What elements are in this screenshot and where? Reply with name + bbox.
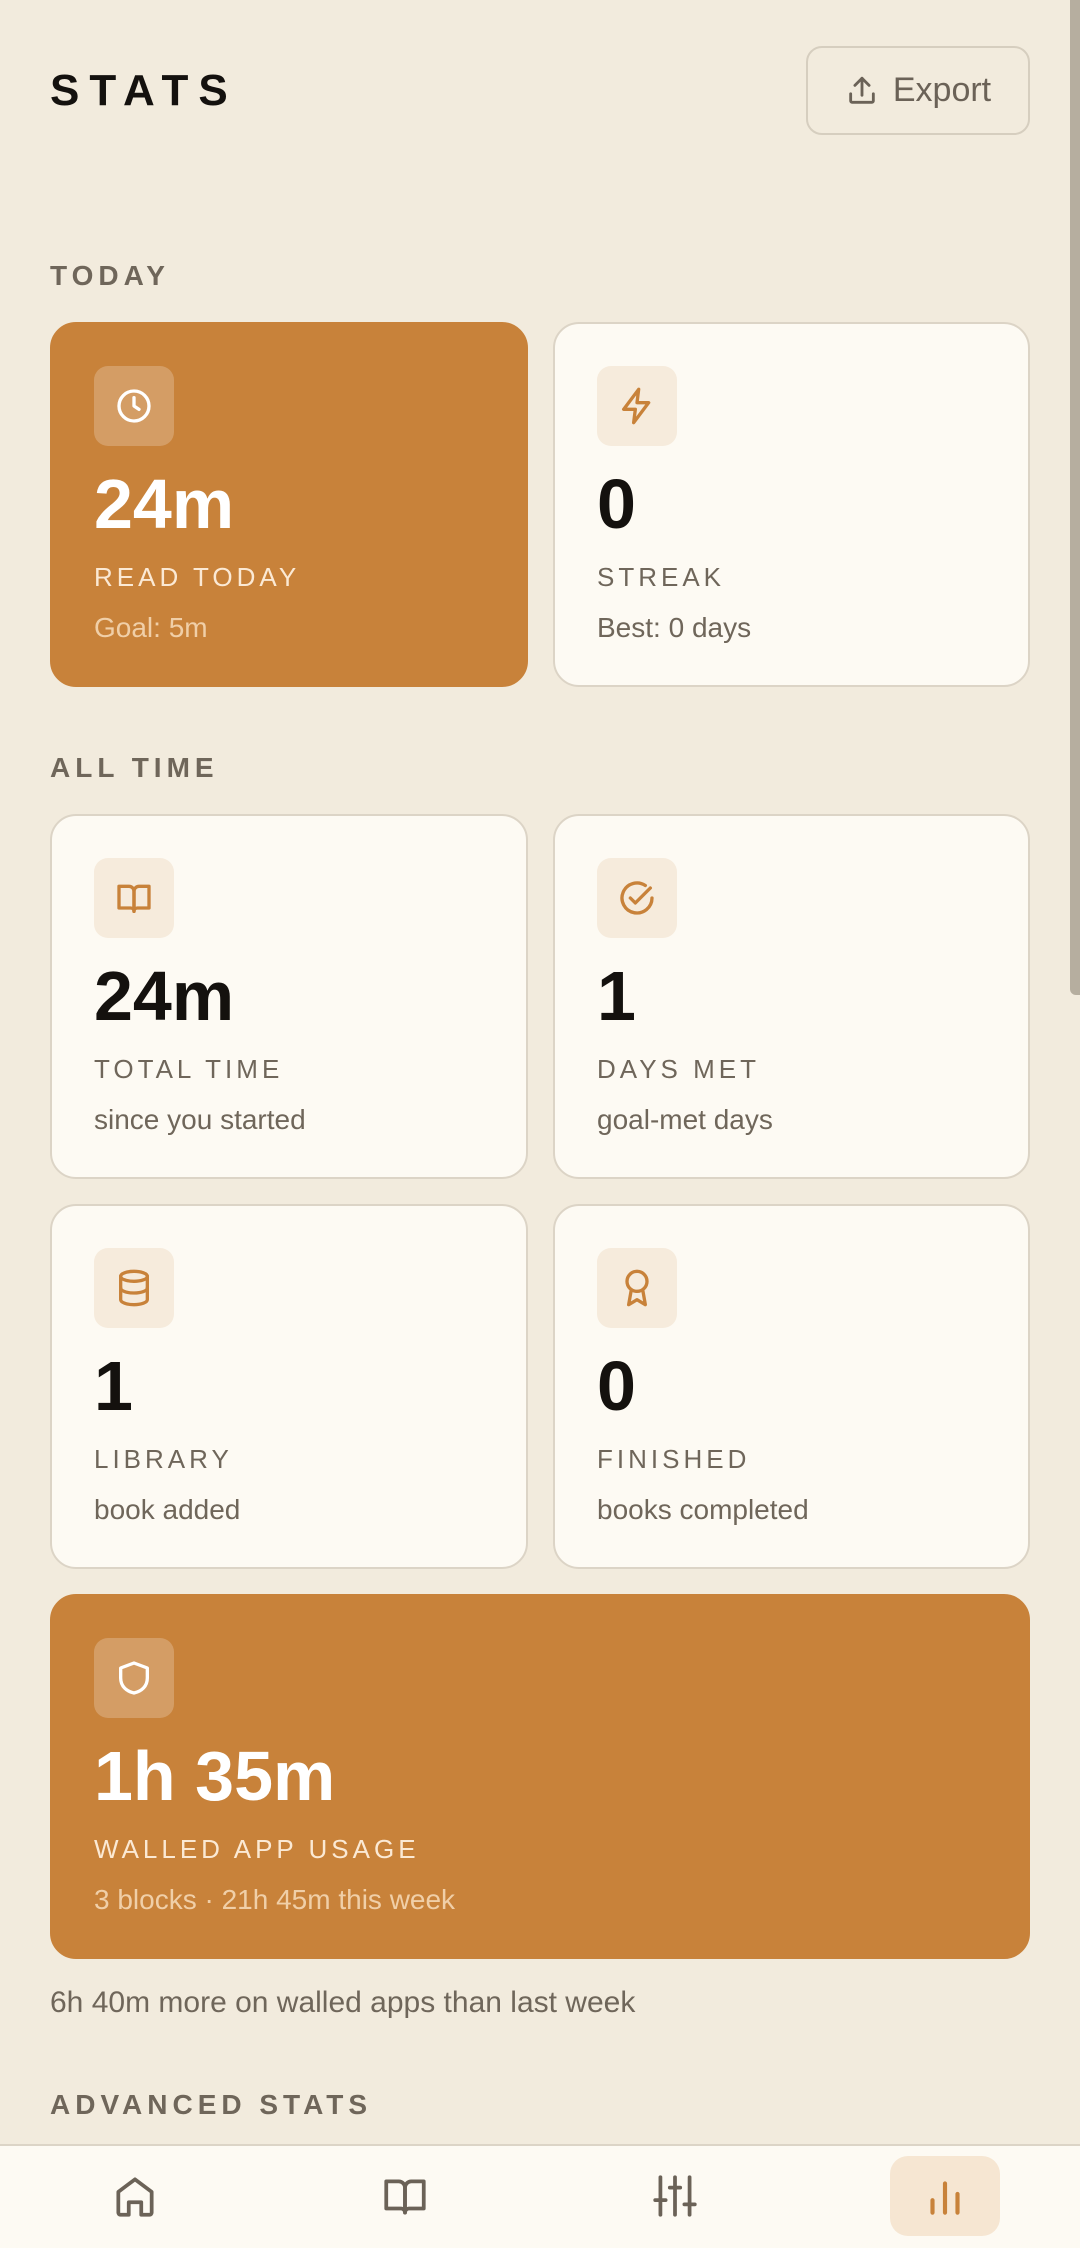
walled-comparison-note: 6h 40m more on walled apps than last wee… [50, 1986, 636, 2019]
export-button[interactable]: Export [806, 46, 1030, 135]
section-advanced-stats[interactable]: ADVANCED STATS [50, 2089, 372, 2121]
total-time-sub: since you started [94, 1104, 306, 1135]
walled-usage-label: WALLED APP USAGE [94, 1834, 420, 1864]
book-open-icon [384, 2179, 426, 2215]
library-sub: book added [94, 1494, 241, 1525]
check-circle-icon [620, 881, 654, 915]
header: STATS Export [50, 46, 1030, 136]
read-today-goal: Goal: 5m [94, 612, 208, 643]
streak-best: Best: 0 days [597, 612, 752, 643]
library-card[interactable]: 1 LIBRARY book added [50, 1204, 528, 1569]
book-open-icon [117, 884, 151, 913]
total-time-value: 24m [94, 957, 235, 1035]
scrollbar[interactable] [1070, 0, 1080, 995]
lightning-icon [622, 387, 651, 425]
export-label: Export [892, 71, 992, 109]
read-today-label: READ TODAY [94, 562, 301, 592]
bar-chart-icon [930, 2181, 960, 2215]
home-icon [116, 2177, 154, 2217]
finished-card[interactable]: 0 FINISHED books completed [553, 1204, 1030, 1569]
section-today: TODAY [50, 260, 170, 291]
clock-icon [117, 389, 151, 423]
read-today-value: 24m [94, 465, 235, 543]
shield-icon [119, 1661, 149, 1695]
finished-value: 0 [597, 1347, 636, 1425]
walled-app-usage-card[interactable]: 1h 35m WALLED APP USAGE 3 blocks · 21h 4… [50, 1594, 1030, 1959]
section-all-time: ALL TIME [50, 752, 219, 783]
award-icon [625, 1269, 649, 1307]
upload-icon [849, 76, 875, 104]
streak-label: STREAK [597, 562, 726, 592]
database-icon [119, 1269, 149, 1307]
nav-home[interactable] [80, 2156, 190, 2236]
finished-sub: books completed [597, 1494, 809, 1525]
streak-card[interactable]: 0 STREAK Best: 0 days [553, 322, 1030, 687]
bottom-nav [0, 2144, 1080, 2248]
nav-stats[interactable] [890, 2156, 1000, 2236]
streak-value: 0 [597, 465, 636, 543]
library-label: LIBRARY [94, 1444, 233, 1474]
finished-label: FINISHED [597, 1444, 751, 1474]
read-today-card[interactable]: 24m READ TODAY Goal: 5m [50, 322, 528, 687]
days-met-label: DAYS MET [597, 1054, 760, 1084]
sliders-icon [653, 2175, 697, 2217]
nav-settings[interactable] [620, 2156, 730, 2236]
days-met-sub: goal-met days [597, 1104, 773, 1135]
total-time-card[interactable]: 24m TOTAL TIME since you started [50, 814, 528, 1179]
days-met-value: 1 [597, 957, 636, 1035]
days-met-card[interactable]: 1 DAYS MET goal-met days [553, 814, 1030, 1179]
library-value: 1 [94, 1347, 133, 1425]
nav-library[interactable] [350, 2156, 460, 2236]
page-title: STATS [50, 66, 238, 115]
walled-usage-sub: 3 blocks · 21h 45m this week [94, 1884, 456, 1915]
total-time-label: TOTAL TIME [94, 1054, 284, 1084]
walled-usage-value: 1h 35m [94, 1737, 336, 1815]
